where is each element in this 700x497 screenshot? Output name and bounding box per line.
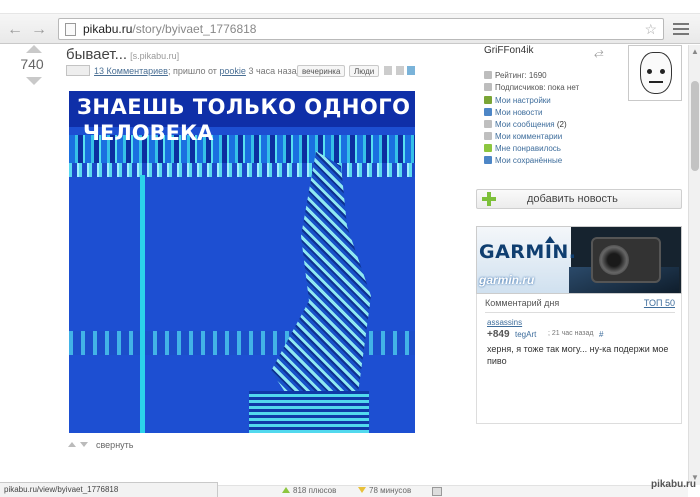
minus-arrow-icon	[358, 487, 366, 493]
tag-people[interactable]: Люди	[349, 65, 380, 77]
story-title[interactable]: бывает... [s.pikabu.ru]	[66, 46, 179, 63]
comment-of-day: Комментарий дня ТОП 50 assassins +849 te…	[476, 294, 682, 424]
comment-of-day-title: Комментарий дня	[485, 298, 560, 308]
mouth	[649, 81, 663, 83]
messages-icon	[484, 120, 492, 128]
lens	[599, 245, 629, 275]
add-news-button[interactable]: добавить новость	[476, 189, 682, 209]
user-panel: GriFFon4ik ⥄ Рейтинг: 1690 Подписчиков: …	[476, 45, 608, 170]
back-arrow-icon[interactable]: ←	[6, 21, 24, 39]
user-rating: Рейтинг: 1690	[484, 71, 547, 80]
tag-party[interactable]: вечеринка	[297, 65, 346, 77]
collapse-link[interactable]: свернуть	[96, 440, 133, 450]
bookmark-star-icon[interactable]: ☆	[644, 21, 657, 38]
left-eye	[647, 69, 652, 74]
plus-arrow-icon	[282, 487, 290, 493]
right-eye	[660, 69, 665, 74]
downvote-arrow-icon[interactable]	[26, 77, 42, 85]
mini-downvote-icon[interactable]	[80, 442, 88, 447]
link-saved[interactable]: Мои сохранённые	[484, 156, 562, 165]
mini-upvote-icon[interactable]	[68, 442, 76, 447]
avatar[interactable]	[628, 45, 682, 101]
link-my-comments[interactable]: Мои комментарии	[484, 132, 562, 141]
garmin-triangle-icon	[545, 236, 555, 243]
link-my-settings[interactable]: Мои настройки	[484, 96, 551, 105]
twitter-icon[interactable]	[407, 66, 415, 75]
garmin-ad-banner[interactable]: GARMIN. garmin.ru	[476, 226, 682, 294]
browser-toolbar: ← → pikabu.ru/story/byivaet_1776818 ☆	[0, 14, 700, 44]
status-bar: pikabu.ru/view/byivaet_1776818	[0, 482, 218, 497]
scroll-thumb[interactable]	[691, 81, 699, 171]
garmin-site: garmin.ru	[479, 273, 535, 287]
liked-icon	[484, 144, 492, 152]
comment-text: херня, я тоже так могу... ну-ка подержи …	[487, 344, 669, 366]
link-my-messages[interactable]: Мои сообщения (2)	[484, 120, 567, 129]
page-content: 740 бывает... [s.pikabu.ru] 13 Комментари…	[0, 45, 688, 485]
scroll-up-arrow-icon[interactable]: ▲	[691, 47, 699, 56]
image-pole	[140, 175, 145, 433]
menu-icon[interactable]	[672, 21, 690, 37]
image-bottom-block	[249, 391, 369, 433]
subscribers-icon	[484, 83, 492, 91]
story-image[interactable]: ЗНАЕШЬ ТОЛЬКО ОДНОГО ЧЕЛОВЕКА	[69, 91, 415, 433]
link-liked[interactable]: Мне понравилось	[484, 144, 561, 153]
link-my-news[interactable]: Мои новости	[484, 108, 543, 117]
story-meta: 13 Комментариев; пришло от pookie 3 часа…	[66, 65, 302, 79]
divider	[485, 312, 675, 313]
vertical-scrollbar[interactable]: ▲ ▼	[688, 45, 700, 485]
image-caption-line2: ЧЕЛОВЕКА	[83, 121, 214, 145]
settings-gear-icon	[484, 96, 492, 104]
page-icon	[65, 23, 76, 36]
pluses-count: 818 плюсов	[282, 486, 336, 495]
story-source: [s.pikabu.ru]	[130, 51, 180, 61]
logout-icon[interactable]: ⥄	[594, 45, 604, 60]
saved-icon	[484, 156, 492, 164]
collapse-row: свернуть	[68, 440, 133, 452]
story-rating: 740	[20, 56, 44, 72]
save-icon[interactable]	[384, 66, 392, 75]
rating-icon	[484, 71, 492, 79]
picture-icon[interactable]	[432, 487, 442, 496]
garmin-logo: GARMIN.	[479, 241, 577, 263]
plus-icon	[482, 192, 496, 206]
messages-count: (2)	[556, 120, 567, 129]
url-text[interactable]: pikabu.ru/story/byivaet_1776818	[83, 22, 256, 36]
comment-permalink[interactable]: #	[599, 330, 603, 339]
address-bar[interactable]: pikabu.ru/story/byivaet_1776818 ☆	[58, 18, 664, 40]
comment-time: ; 21 час назад	[548, 330, 594, 337]
comments-link[interactable]: 13 Комментариев	[94, 66, 168, 76]
username[interactable]: GriFFon4ik	[484, 45, 533, 56]
tab-strip	[0, 0, 700, 14]
image-caption-line1: ЗНАЕШЬ ТОЛЬКО ОДНОГО	[77, 95, 411, 119]
comment-icon[interactable]	[66, 65, 90, 76]
comment-score: +849	[487, 329, 510, 340]
minuses-count: 78 минусов	[358, 486, 411, 495]
vote-summary-bar: 818 плюсов 78 минусов	[218, 485, 688, 497]
upvote-arrow-icon[interactable]	[26, 45, 42, 53]
top50-link[interactable]: ТОП 50	[644, 298, 675, 308]
author-link[interactable]: pookie	[219, 66, 246, 76]
news-icon	[484, 108, 492, 116]
bookmark-icon[interactable]	[396, 66, 404, 75]
forward-arrow-icon[interactable]: →	[30, 21, 48, 39]
image-figure	[271, 151, 371, 401]
face-icon	[640, 52, 672, 94]
comment-author-link[interactable]: tegArt	[515, 330, 536, 339]
image-glitch-strip	[69, 163, 415, 177]
camera-icon	[591, 237, 661, 283]
user-subscribers: Подписчиков: пока нет	[484, 83, 579, 92]
site-watermark: pikabu.ru	[650, 479, 696, 490]
comment-story-link[interactable]: assassins	[487, 318, 522, 327]
comments-icon	[484, 132, 492, 140]
add-news-label: добавить новость	[527, 193, 618, 205]
